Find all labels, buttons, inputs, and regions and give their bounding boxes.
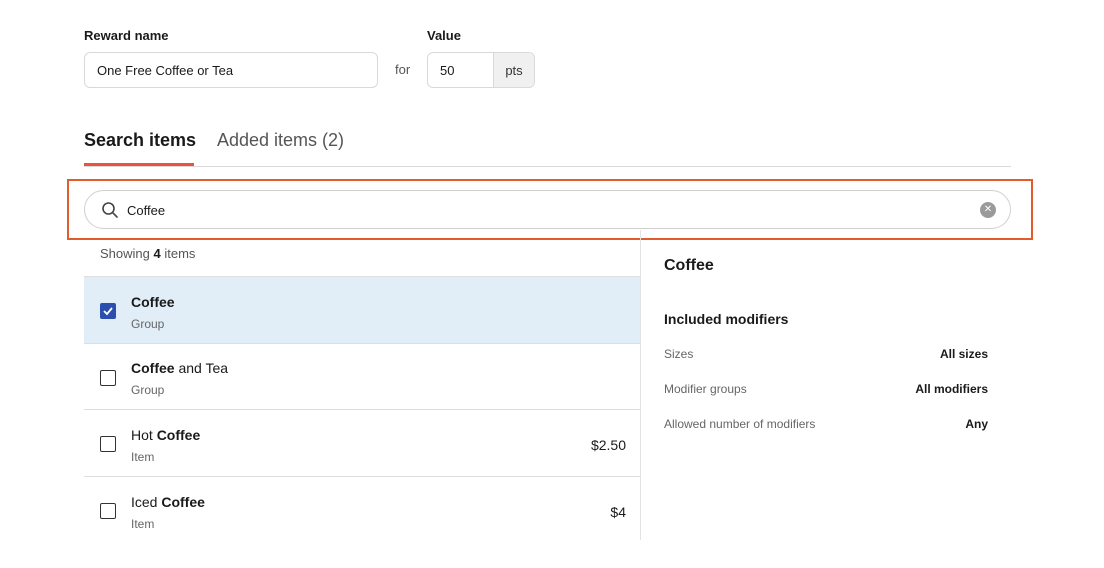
item-title: Coffee [131,294,175,310]
panel-divider [640,230,641,540]
detail-value-modifier-groups: All modifiers [915,382,988,396]
detail-title: Coffee [664,257,714,274]
search-icon [102,202,118,218]
item-type: Item [131,450,155,464]
checkbox[interactable] [100,436,116,452]
checkbox[interactable] [100,503,116,519]
tab-added-items[interactable]: Added items (2) [217,130,344,151]
checkbox[interactable] [100,370,116,386]
checkmark-icon [103,307,113,316]
item-title: Hot Coffee [131,427,201,443]
value-input-value: 50 [440,62,455,78]
reward-name-value: One Free Coffee or Tea [97,62,234,78]
checkbox-checked[interactable] [100,303,116,319]
item-price: $2.50 [590,437,626,453]
value-label: Value [427,28,461,43]
reward-name-field[interactable]: One Free Coffee or Tea [84,52,378,88]
detail-label-modifier-groups: Modifier groups [664,382,747,396]
item-type: Group [131,317,165,331]
results-count: Showing 4 items [100,246,195,261]
reward-name-label: Reward name [84,28,169,43]
points-unit-suffix: pts [493,53,534,87]
list-item[interactable]: Hot Coffee Item $2.50 [84,409,640,476]
item-price: $4 [610,504,626,520]
included-modifiers-heading: Included modifiers [664,311,789,327]
clear-icon[interactable]: ✕ [980,202,996,218]
item-title: Iced Coffee [131,494,205,510]
detail-value-sizes: All sizes [939,347,988,361]
showing-prefix: Showing [100,246,150,261]
list-item[interactable]: Coffee Group [84,276,640,344]
search-query: Coffee [127,203,166,218]
list-item[interactable]: Iced Coffee Item $4 [84,476,640,540]
tabs-divider [84,166,1011,167]
item-type: Group [131,383,165,397]
showing-suffix: items [164,246,196,261]
search-input[interactable]: Coffee ✕ [84,190,1011,229]
list-item[interactable]: Coffee and Tea Group [84,343,640,410]
detail-label-sizes: Sizes [664,347,694,361]
tab-search-items[interactable]: Search items [84,130,196,151]
item-title: Coffee and Tea [131,360,229,376]
for-label: for [395,62,411,77]
detail-label-allowed-modifiers: Allowed number of modifiers [664,417,816,431]
detail-value-allowed-modifiers: Any [965,417,988,431]
item-type: Item [131,517,155,531]
showing-count: 4 [153,246,161,261]
